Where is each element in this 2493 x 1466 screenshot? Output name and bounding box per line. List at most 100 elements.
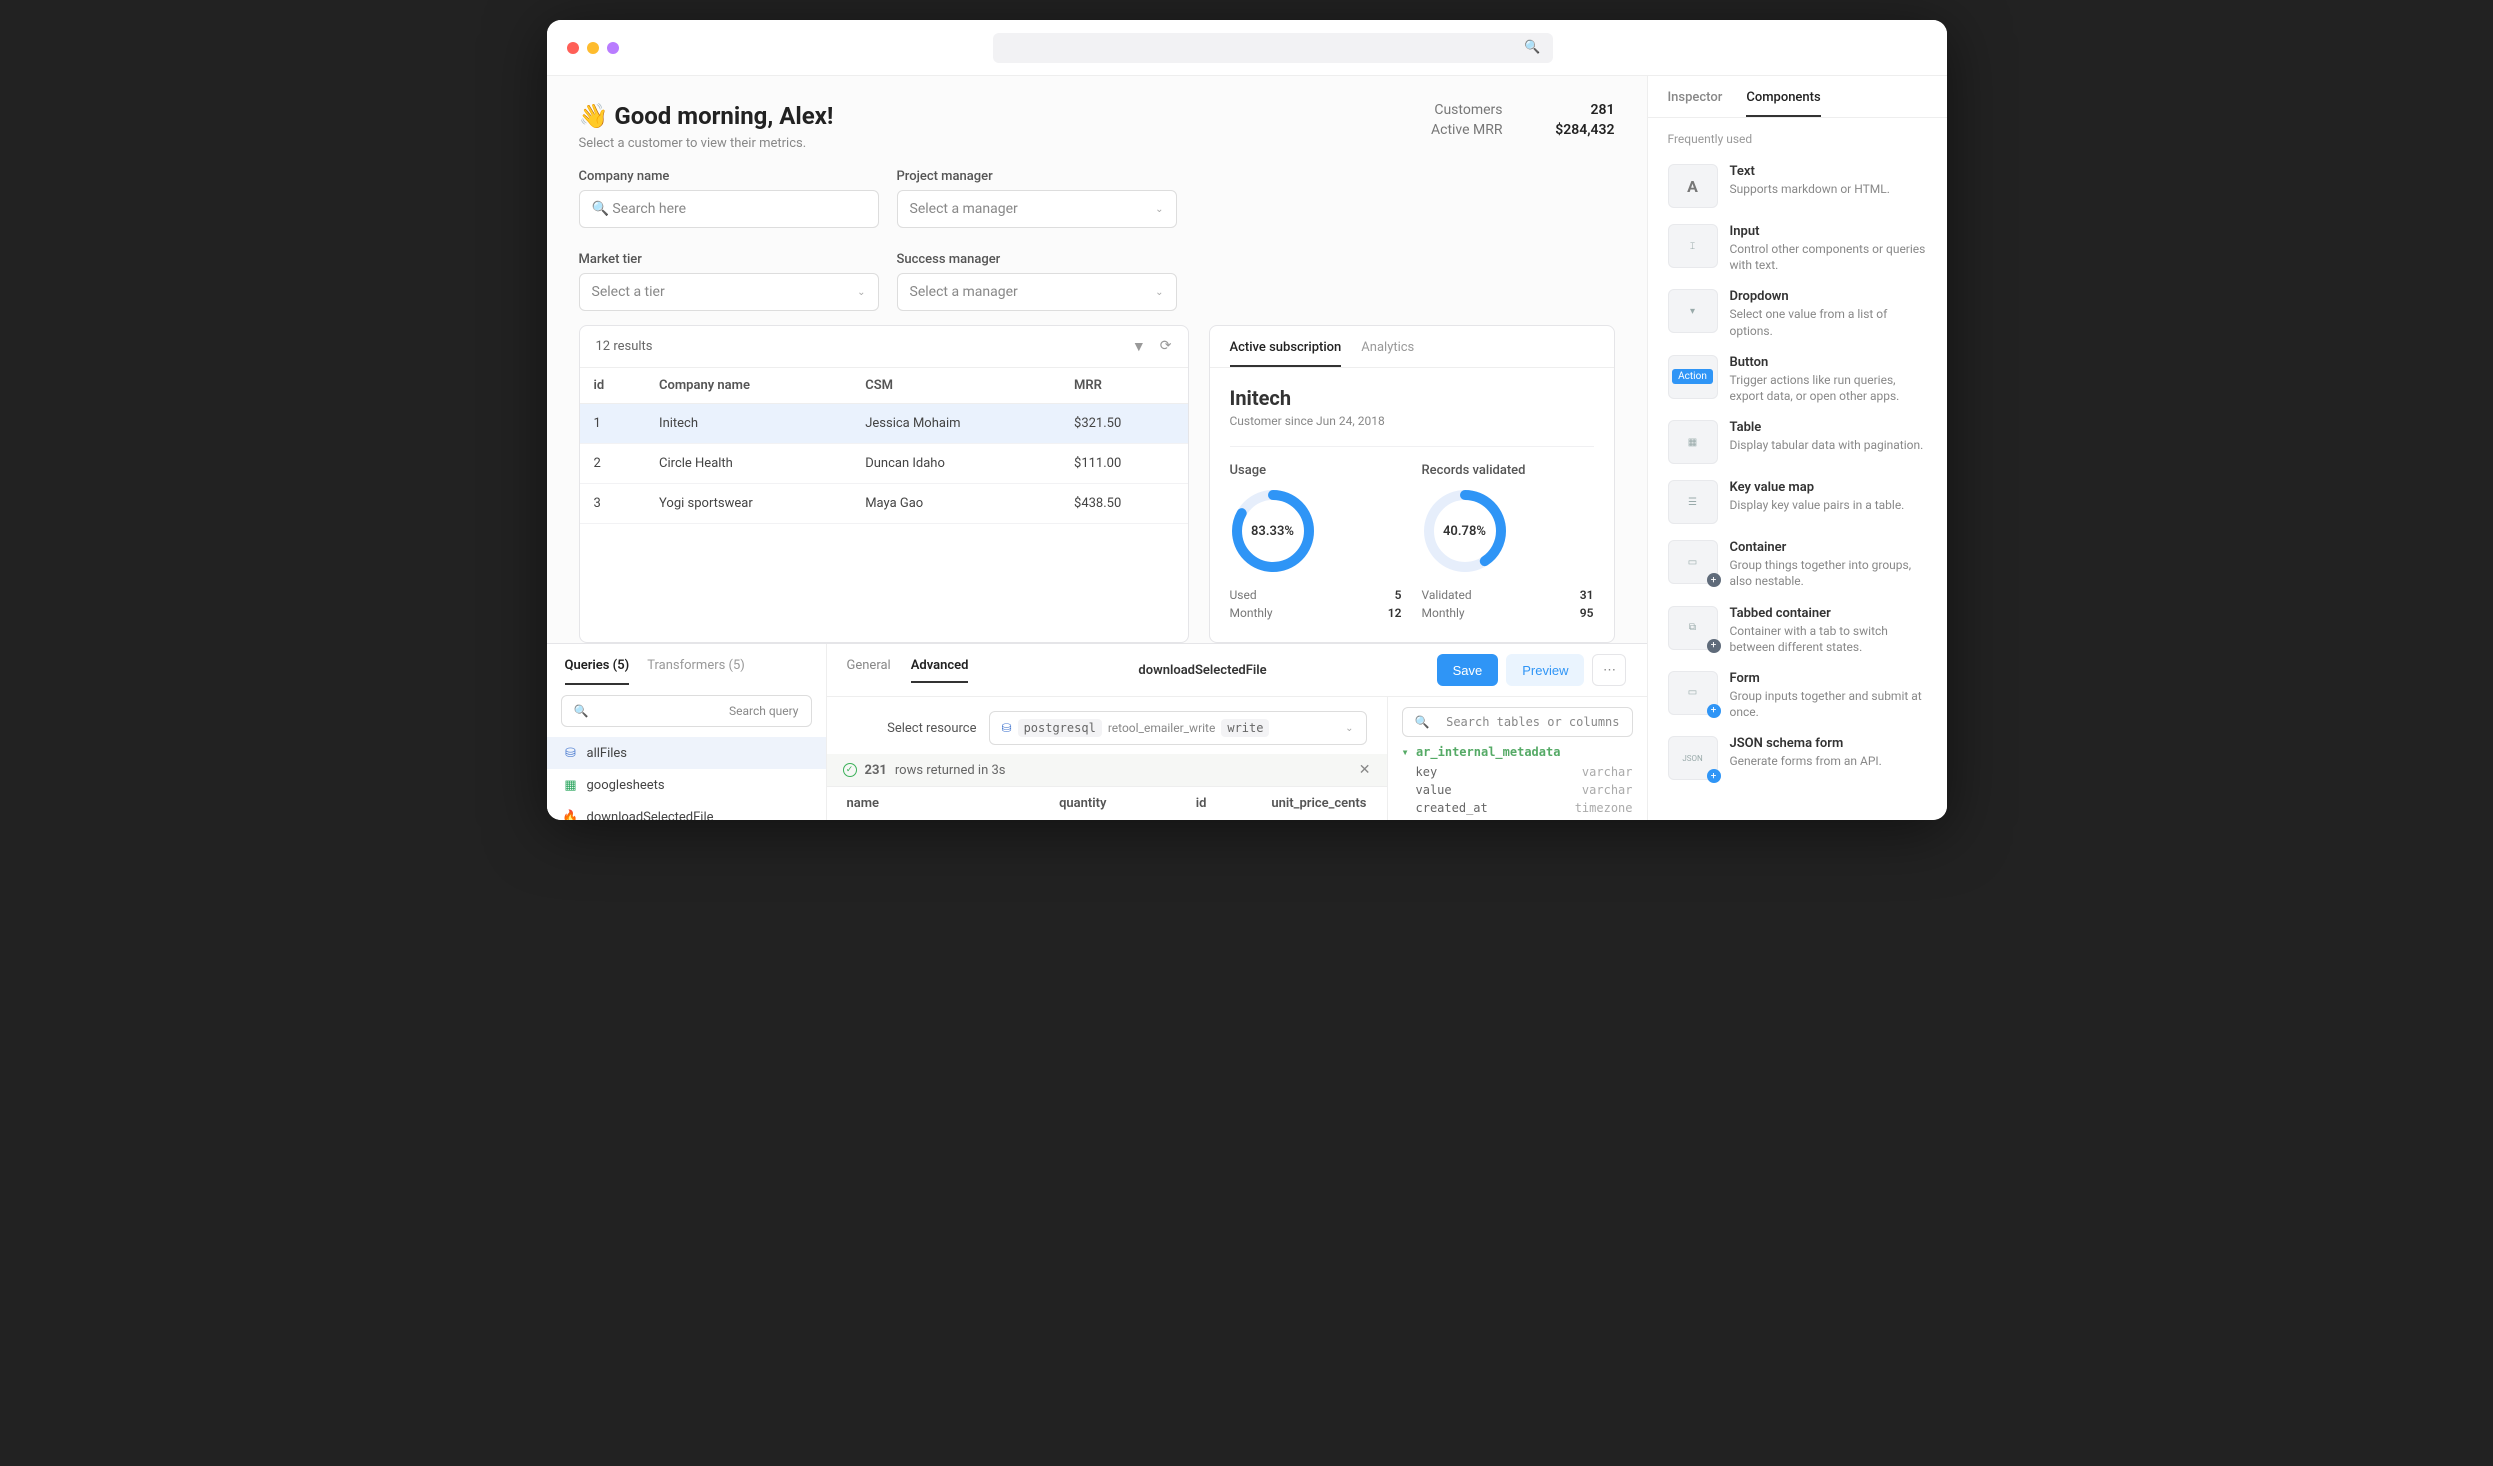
col-csm[interactable]: CSM [851,368,1060,404]
col-company[interactable]: Company name [645,368,851,404]
fire-icon: 🔥 [563,809,579,820]
tab-transformers[interactable]: Transformers (5) [647,658,745,685]
query-title: downloadSelectedFile [1138,663,1266,678]
component-text[interactable]: A TextSupports markdown or HTML. [1668,156,1927,216]
schema-column[interactable]: created_attimezone [1402,799,1633,817]
usage-donut: 83.33% [1230,488,1316,574]
section-title: Frequently used [1668,132,1927,146]
market-tier-select[interactable]: Select a tier ⌄ [579,273,879,311]
summary-stats: Customers 281 Active MRR $284,432 [1431,102,1615,142]
company-search-input[interactable]: 🔍 Search here [579,190,879,228]
company-name-label: Company name [579,169,879,184]
schema-table-name[interactable]: ▾ ar_internal_metadata [1402,745,1633,759]
query-item-googlesheets[interactable]: ▦googlesheets [547,769,826,801]
close-icon[interactable]: ✕ [1359,762,1371,778]
customers-value: 281 [1535,102,1615,118]
records-donut: 40.78% [1422,488,1508,574]
maximize-icon[interactable] [607,42,619,54]
customers-table[interactable]: id Company name CSM MRR 1 Initech Jessic… [580,368,1188,524]
schema-column[interactable]: valuevarchar [1402,781,1633,799]
component-dropdown[interactable]: ▾ DropdownSelect one value from a list o… [1668,281,1927,346]
active-mrr-label: Active MRR [1431,122,1503,138]
refresh-icon[interactable]: ⟳ [1160,338,1172,355]
container-icon: ▭+ [1668,540,1718,584]
chevron-down-icon: ⌄ [1155,204,1163,215]
active-mrr-value: $284,432 [1535,122,1615,138]
postgres-icon: ⛁ [1002,721,1012,735]
project-manager-select[interactable]: Select a manager ⌄ [897,190,1177,228]
query-item-download[interactable]: 🔥downloadSelectedFile [547,801,826,820]
filter-icon[interactable]: ▼ [1132,338,1146,355]
customers-table-card: 12 results ▼ ⟳ id Company name CSM [579,325,1189,643]
titlebar: 🔍 [547,20,1947,76]
query-item-allfiles[interactable]: ⛁allFiles [547,737,826,769]
project-manager-label: Project manager [897,169,1177,184]
minimize-icon[interactable] [587,42,599,54]
schema-search-input[interactable]: 🔍 Search tables or columns [1402,707,1633,737]
page-title: 👋 Good morning, Alex! [579,102,834,130]
tab-queries[interactable]: Queries (5) [565,658,630,685]
component-kvmap[interactable]: ☰ Key value mapDisplay key value pairs i… [1668,472,1927,532]
table-row[interactable]: 1 Initech Jessica Mohaim $321.50 [580,404,1188,444]
tab-general[interactable]: General [847,658,891,683]
schema-column[interactable]: updated_attimezone [1402,817,1633,820]
save-button[interactable]: Save [1437,654,1499,686]
dropdown-icon: ▾ [1668,289,1718,333]
success-manager-select[interactable]: Select a manager ⌄ [897,273,1177,311]
tab-components[interactable]: Components [1746,90,1820,117]
component-container[interactable]: ▭+ ContainerGroup things together into g… [1668,532,1927,597]
result-header: name quantity id unit_price_cents [827,786,1387,820]
chevron-down-icon: ⌄ [1155,287,1163,298]
tab-active-subscription[interactable]: Active subscription [1230,340,1342,367]
tab-advanced[interactable]: Advanced [911,658,969,683]
query-editor-panel: Queries (5) Transformers (5) 🔍 Search qu… [547,643,1647,820]
results-count: 12 results [596,339,653,354]
tab-inspector[interactable]: Inspector [1668,90,1723,117]
table-row[interactable]: 2 Circle Health Duncan Idaho $111.00 [580,444,1188,484]
kvmap-icon: ☰ [1668,480,1718,524]
col-id[interactable]: id [580,368,646,404]
close-icon[interactable] [567,42,579,54]
component-input[interactable]: 𝙸 InputControl other components or queri… [1668,216,1927,281]
table-icon: ▦ [1668,420,1718,464]
schema-panel: 🔍 Search tables or columns ▾ ar_internal… [1387,697,1647,820]
component-json-form[interactable]: JSON+ JSON schema formGenerate forms fro… [1668,728,1927,788]
table-row[interactable]: 3 Yogi sportswear Maya Gao $438.50 [580,484,1188,524]
component-form[interactable]: ▭+ FormGroup inputs together and submit … [1668,663,1927,728]
sheet-icon: ▦ [563,777,579,793]
col-mrr[interactable]: MRR [1060,368,1187,404]
search-icon: 🔍 [1524,40,1540,55]
success-manager-label: Success manager [897,252,1177,267]
query-search-input[interactable]: 🔍 Search query [561,695,812,727]
tab-analytics[interactable]: Analytics [1361,340,1414,367]
input-icon: 𝙸 [1668,224,1718,268]
more-button[interactable]: ⋯ [1592,654,1626,686]
form-icon: ▭+ [1668,671,1718,715]
resource-label: Select resource [847,721,977,736]
database-icon: ⛁ [563,745,579,761]
component-button[interactable]: Action ButtonTrigger actions like run qu… [1668,347,1927,412]
records-label: Records validated [1422,463,1594,478]
check-icon: ✓ [843,763,857,777]
market-tier-label: Market tier [579,252,879,267]
chevron-down-icon: ⌄ [1345,723,1353,734]
preview-button[interactable]: Preview [1506,654,1584,686]
customer-since: Customer since Jun 24, 2018 [1230,414,1594,428]
text-icon: A [1668,164,1718,208]
app-window: 🔍 👋 Good morning, Alex! Select a custome… [547,20,1947,820]
button-icon: Action [1668,355,1718,399]
tabbed-container-icon: ⧉+ [1668,606,1718,650]
customers-label: Customers [1434,102,1502,118]
component-table[interactable]: ▦ TableDisplay tabular data with paginat… [1668,412,1927,472]
customer-name: Initech [1230,386,1594,410]
chevron-down-icon: ⌄ [857,287,865,298]
usage-label: Usage [1230,463,1402,478]
resource-select[interactable]: ⛁ postgresql retool_emailer_write write … [989,711,1367,745]
component-tabbed-container[interactable]: ⧉+ Tabbed containerContainer with a tab … [1668,598,1927,663]
status-bar: ✓ 231 rows returned in 3s ✕ [827,754,1387,786]
subscription-card: Active subscription Analytics Initech Cu… [1209,325,1615,643]
page-subtitle: Select a customer to view their metrics. [579,136,834,151]
schema-column[interactable]: keyvarchar [1402,763,1633,781]
window-controls [567,42,619,54]
omnibar-search[interactable]: 🔍 [993,33,1553,63]
